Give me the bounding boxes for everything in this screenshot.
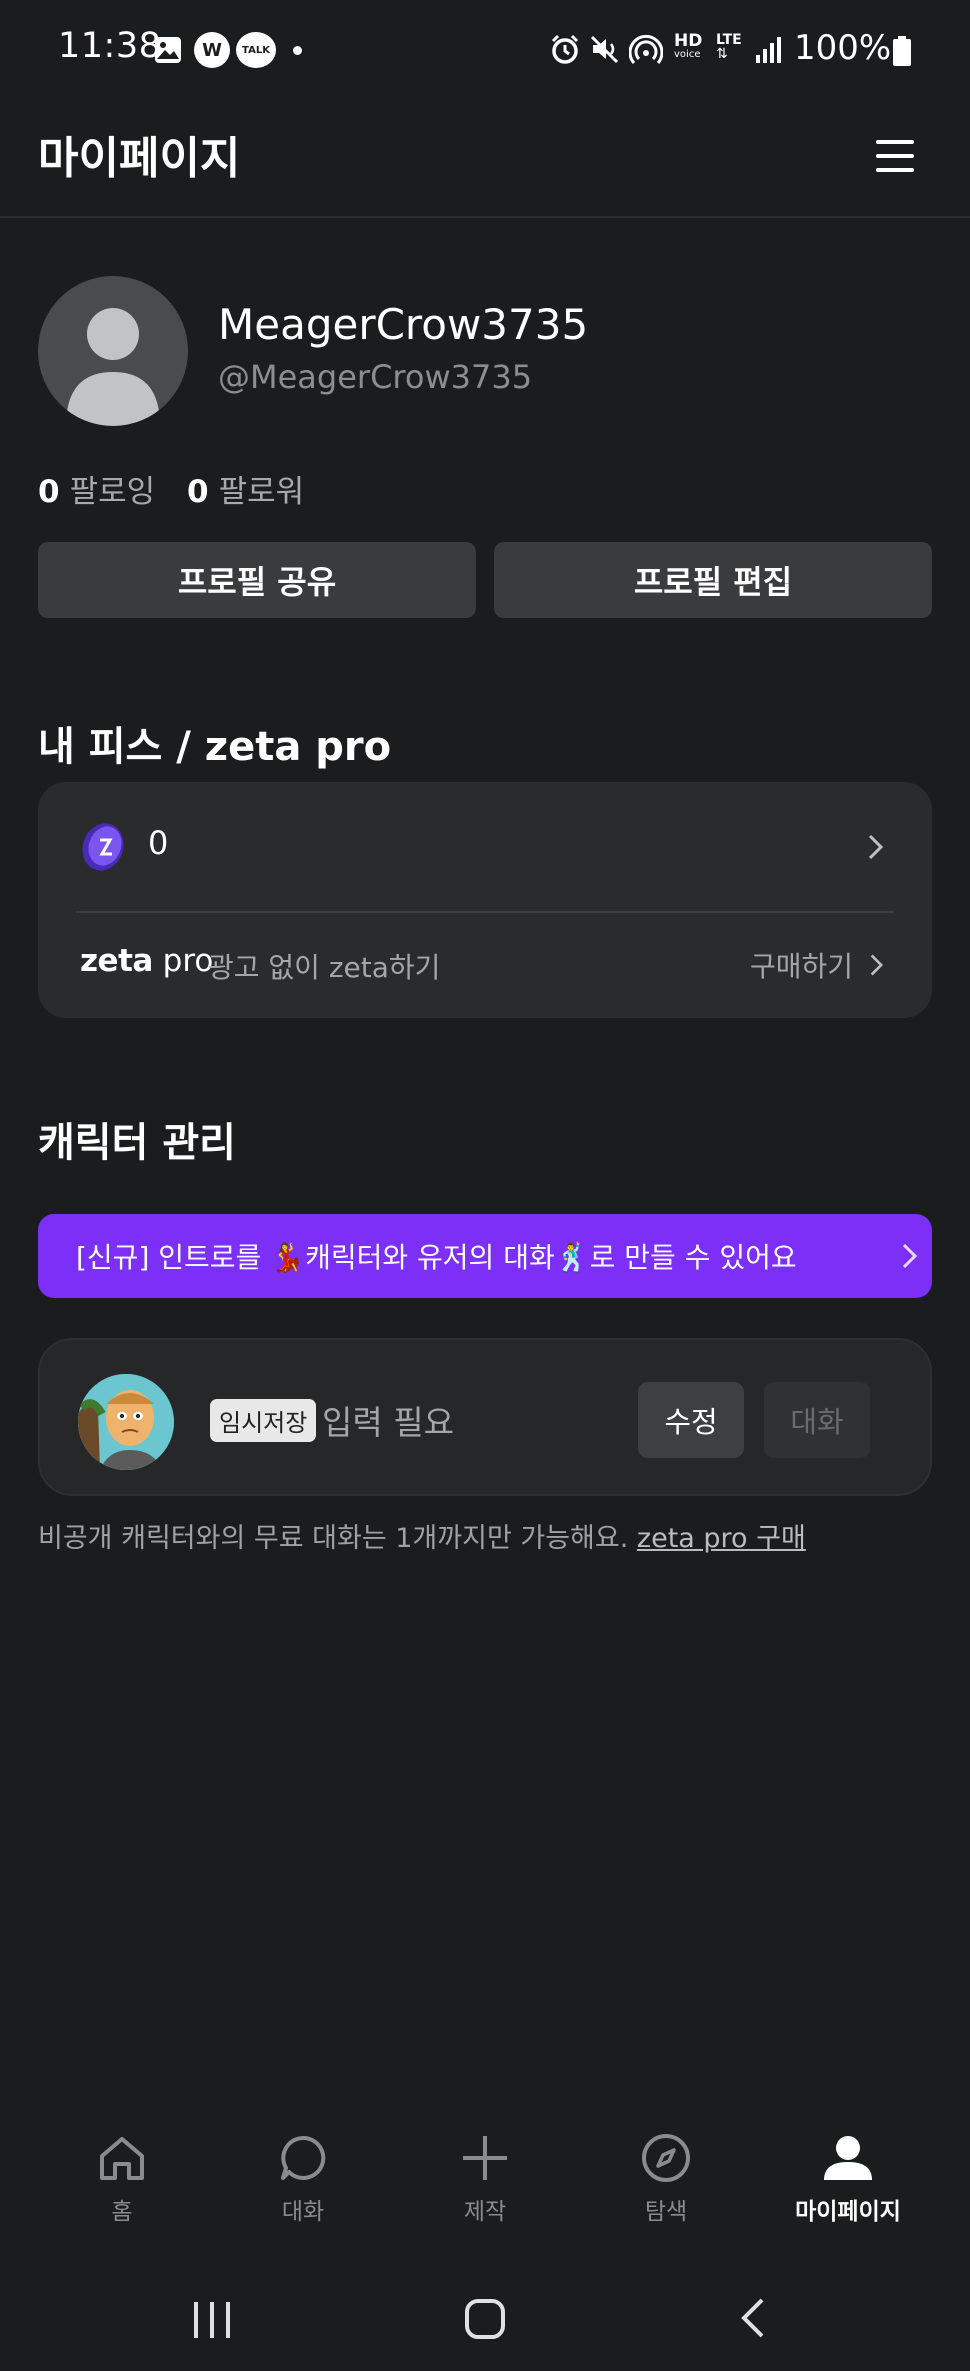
character-name: 입력 필요 — [322, 1403, 454, 1442]
app-header: 마이페이지 — [0, 100, 970, 218]
follow-stats: 0 팔로잉 0 팔로워 — [38, 466, 326, 511]
nav-label-home: 홈 — [111, 2199, 133, 2225]
hd-voice-icon: HD voice — [674, 31, 703, 60]
promo-text: [신규] 인트로를 💃캐릭터와 유저의 대화🕺로 만들 수 있어요 — [76, 1241, 797, 1274]
following-count: 0 — [38, 474, 60, 510]
chat-bubble-icon — [281, 2135, 326, 2180]
promo-banner[interactable]: [신규] 인트로를 💃캐릭터와 유저의 대화🕺로 만들 수 있어요 — [38, 1214, 932, 1298]
temp-save-badge: 임시저장 — [210, 1399, 317, 1442]
user-handle: @MeagerCrow3735 — [218, 358, 533, 396]
followers-label: 팔로워 — [218, 474, 305, 510]
battery-icon — [893, 36, 911, 66]
signal-icon — [752, 34, 784, 66]
coin-icon — [78, 822, 128, 872]
bottom-nav: 홈 대화 제작 탐색 마이페이지 — [0, 2130, 970, 2240]
edit-profile-button[interactable]: 프로필 편집 — [494, 542, 932, 618]
default-avatar-icon — [66, 308, 160, 426]
nav-explore[interactable]: 탐색 — [576, 2130, 756, 2240]
nav-home[interactable]: 홈 — [32, 2130, 212, 2240]
zeta-pro-row: zeta pro 광고 없이 zeta하기 구매하기 — [38, 913, 932, 1018]
back-icon[interactable] — [730, 2294, 778, 2342]
nav-create[interactable]: 제작 — [395, 2130, 575, 2240]
chevron-right-icon — [860, 832, 890, 862]
system-nav-bar — [0, 2268, 970, 2371]
username: MeagerCrow3735 — [218, 300, 589, 349]
chevron-right-icon — [870, 954, 884, 976]
lte-icon: LTE ⇅ — [716, 32, 742, 62]
buy-pro-link[interactable]: 구매하기 — [750, 945, 889, 985]
private-chat-footnote: 비공개 캐릭터와의 무료 대화는 1개까지만 가능해요. zeta pro 구매 — [38, 1516, 806, 1555]
character-edit-button[interactable]: 수정 — [638, 1382, 744, 1458]
nav-label-create: 제작 — [463, 2199, 507, 2225]
alarm-icon — [548, 32, 582, 66]
nav-chat[interactable]: 대화 — [213, 2130, 393, 2240]
character-card[interactable]: 임시저장 입력 필요 수정 대화 — [38, 1338, 932, 1496]
profile-icon — [824, 2136, 872, 2180]
mute-icon — [588, 32, 622, 66]
coin-balance-row[interactable]: 0 — [38, 782, 932, 912]
gallery-icon — [152, 34, 184, 66]
pis-card: 0 zeta pro 광고 없이 zeta하기 구매하기 — [38, 782, 932, 1018]
dot-icon — [293, 46, 302, 55]
character-chat-button[interactable]: 대화 — [764, 1382, 870, 1458]
cartoon-face-icon — [78, 1374, 174, 1470]
footnote-text: 비공개 캐릭터와의 무료 대화는 1개까지만 가능해요. — [38, 1523, 629, 1554]
character-avatar — [78, 1374, 174, 1470]
followers-stat[interactable]: 0 팔로워 — [187, 474, 326, 510]
following-label: 팔로잉 — [69, 474, 156, 510]
hamburger-menu-icon[interactable] — [868, 128, 924, 184]
coin-count: 0 — [148, 824, 169, 862]
pis-section-title: 내 피스 / zeta pro — [38, 724, 392, 770]
avatar[interactable] — [38, 276, 188, 426]
home-icon — [100, 2137, 144, 2180]
status-bar: 11:38 W TALK HD voice LTE ⇅ 100% — [0, 0, 970, 100]
compass-icon — [642, 2134, 690, 2182]
chevron-right-icon — [894, 1241, 924, 1278]
battery-percent: 100% — [794, 28, 892, 68]
zeta-pro-buy-link[interactable]: zeta pro 구매 — [637, 1523, 806, 1554]
recent-apps-icon[interactable] — [188, 2296, 236, 2344]
nav-mypage[interactable]: 마이페이지 — [758, 2130, 938, 2240]
following-stat[interactable]: 0 팔로잉 — [38, 474, 187, 510]
talk-icon: TALK — [236, 32, 276, 68]
nav-label-chat: 대화 — [281, 2199, 325, 2225]
hotspot-icon — [628, 32, 664, 68]
home-button-icon[interactable] — [460, 2294, 510, 2344]
nav-label-mypage: 마이페이지 — [795, 2199, 901, 2225]
plus-icon — [463, 2136, 507, 2180]
nav-label-explore: 탐색 — [644, 2199, 688, 2225]
followers-count: 0 — [187, 474, 209, 510]
zeta-pro-logo: zeta pro — [80, 943, 214, 979]
w-app-icon: W — [194, 32, 230, 68]
character-section-title: 캐릭터 관리 — [38, 1120, 236, 1166]
status-time: 11:38 — [58, 26, 162, 66]
pro-description: 광고 없이 zeta하기 — [208, 951, 441, 984]
buy-label: 구매하기 — [750, 950, 854, 983]
share-profile-button[interactable]: 프로필 공유 — [38, 542, 476, 618]
page-title: 마이페이지 — [38, 133, 241, 184]
